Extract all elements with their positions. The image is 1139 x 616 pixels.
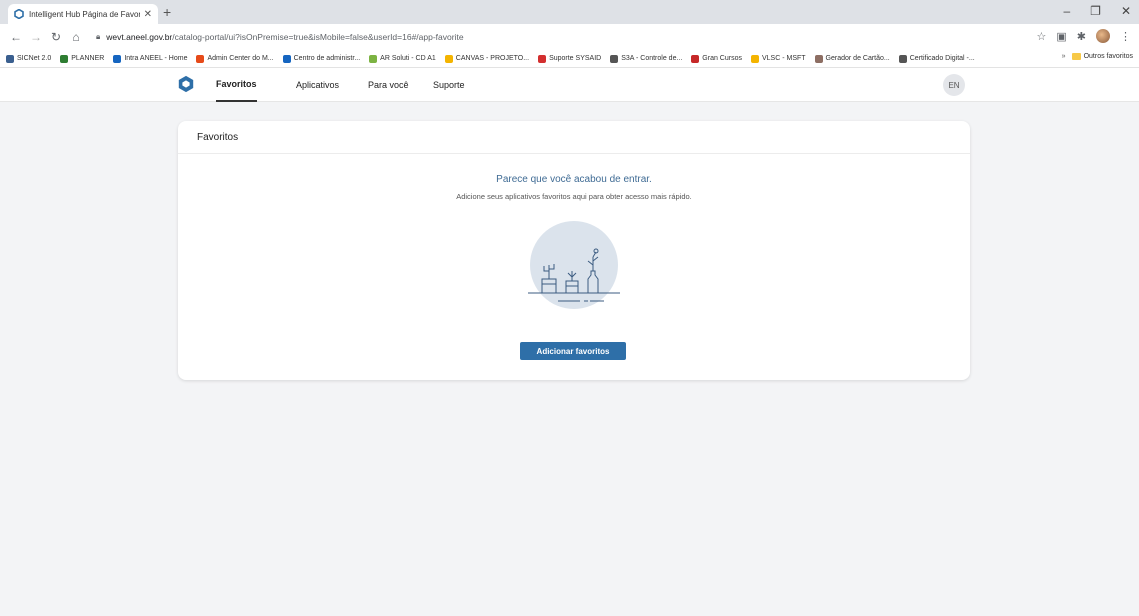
lock-icon: 🔒︎ xyxy=(96,32,101,41)
address-bar[interactable]: 🔒︎ wevt.aneel.gov.br /catalog-portal/ui?… xyxy=(96,32,464,42)
empty-state-description: Adicione seus aplicativos favoritos aqui… xyxy=(456,192,692,201)
favorites-card: Favoritos Parece que você acabou de entr… xyxy=(178,121,970,380)
app-header: Favoritos Aplicativos Para você Suporte … xyxy=(0,68,1139,102)
empty-state-title: Parece que você acabou de entrar. xyxy=(496,174,652,185)
bookmark-favicon-icon xyxy=(196,54,205,63)
url-path: /catalog-portal/ui?isOnPremise=true&isMo… xyxy=(172,32,464,42)
back-icon[interactable]: ← xyxy=(8,30,24,44)
bookmark-favicon-icon xyxy=(444,54,453,63)
bookmark-item[interactable]: AR Soluti - CD A1 xyxy=(369,54,436,63)
bookmark-favicon-icon xyxy=(369,54,378,63)
bookmark-label: VLSC - MSFT xyxy=(761,55,806,62)
hub-logo-icon[interactable] xyxy=(177,75,195,93)
bookmark-label: CANVAS - PROJETO... xyxy=(455,55,530,62)
browser-tabstrip: Intelligent Hub Página de Favorit ✕ + – … xyxy=(0,0,1139,24)
bookmark-label: Intra ANEEL - Home xyxy=(124,55,188,62)
bookmark-favicon-icon xyxy=(750,54,759,63)
bookmark-favicon-icon xyxy=(282,54,291,63)
bookmarks-right: » Outros favoritos xyxy=(1055,53,1133,60)
bookmark-label: Admin Center do M... xyxy=(207,55,274,62)
bookmark-item[interactable]: PLANNER xyxy=(60,54,105,63)
bookmark-item[interactable]: Gerador de Cartão... xyxy=(814,54,890,63)
folder-icon xyxy=(1071,53,1081,60)
bookmark-label: AR Soluti - CD A1 xyxy=(380,55,436,62)
bookmark-item[interactable]: Certificado Digital -... xyxy=(898,54,975,63)
more-bookmarks-icon[interactable]: » xyxy=(1062,53,1066,60)
bookmark-item[interactable]: Intra ANEEL - Home xyxy=(113,54,188,63)
bookmark-label: S3A - Controle de... xyxy=(621,55,683,62)
reload-icon[interactable]: ↻ xyxy=(48,30,64,44)
bookmark-favicon-icon xyxy=(60,54,69,63)
bookmark-label: Suporte SYSAID xyxy=(549,55,602,62)
bookmark-favicon-icon xyxy=(6,54,14,63)
bookmark-favicon-icon xyxy=(691,54,700,63)
bookmark-label: Gran Cursos xyxy=(702,55,742,62)
bookmark-item[interactable]: Centro de administr... xyxy=(282,54,361,63)
browser-tab[interactable]: Intelligent Hub Página de Favorit ✕ xyxy=(8,4,158,24)
bookmark-item[interactable]: CANVAS - PROJETO... xyxy=(444,54,530,63)
forward-icon[interactable]: → xyxy=(28,30,44,44)
bookmark-favicon-icon xyxy=(814,54,823,63)
other-favorites[interactable]: Outros favoritos xyxy=(1084,53,1133,60)
screenshot-icon[interactable]: ▣ xyxy=(1056,30,1066,43)
browser-toolbar: ← → ↻ ⌂ 🔒︎ wevt.aneel.gov.br /catalog-po… xyxy=(0,24,1139,50)
bookmark-label: PLANNER xyxy=(71,55,105,62)
tab-title: Intelligent Hub Página de Favorit xyxy=(29,9,140,19)
close-window-icon[interactable]: ✕ xyxy=(1121,4,1131,18)
bookmark-favicon-icon xyxy=(898,54,907,63)
menu-icon[interactable]: ⋮ xyxy=(1120,30,1131,43)
hub-favicon-icon xyxy=(14,9,24,19)
bookmark-label: Centro de administr... xyxy=(293,55,361,62)
bookmark-favicon-icon xyxy=(610,54,619,63)
plants-illustration xyxy=(528,221,620,309)
restore-icon[interactable]: ❐ xyxy=(1090,4,1101,18)
new-tab-icon[interactable]: + xyxy=(163,4,171,20)
bookmark-favicon-icon xyxy=(538,54,547,63)
nav-tab-suporte[interactable]: Suporte xyxy=(433,68,465,102)
home-icon[interactable]: ⌂ xyxy=(68,30,84,44)
nav-tab-favoritos[interactable]: Favoritos xyxy=(216,68,257,102)
bookmark-favicon-icon xyxy=(113,54,122,63)
add-favorites-button[interactable]: Adicionar favoritos xyxy=(520,342,626,360)
bookmark-item[interactable]: SICNet 2.0 xyxy=(6,54,52,63)
tab-close-icon[interactable]: ✕ xyxy=(144,9,152,20)
toolbar-right: ☆ ▣ ✱ ⋮ xyxy=(1037,29,1131,43)
url-domain: wevt.aneel.gov.br xyxy=(106,32,173,42)
bookmark-label: SICNet 2.0 xyxy=(17,55,52,62)
minimize-icon[interactable]: – xyxy=(1063,4,1070,18)
bookmark-label: Gerador de Cartão... xyxy=(825,55,890,62)
window-controls: – ❐ ✕ xyxy=(1063,4,1131,18)
profile-avatar[interactable] xyxy=(1096,29,1110,43)
bookmarks-bar: SICNet 2.0 PLANNER Intra ANEEL - Home Admin… xyxy=(0,50,1139,68)
card-title: Favoritos xyxy=(178,121,970,154)
user-avatar[interactable]: EN xyxy=(943,74,965,96)
bookmark-label: Certificado Digital -... xyxy=(909,55,975,62)
nav-tab-para-voce[interactable]: Para você xyxy=(368,68,409,102)
bookmark-item[interactable]: Gran Cursos xyxy=(691,54,742,63)
bookmark-item[interactable]: Suporte SYSAID xyxy=(538,54,602,63)
star-icon[interactable]: ☆ xyxy=(1037,30,1047,43)
bookmark-item[interactable]: S3A - Controle de... xyxy=(610,54,683,63)
bookmark-item[interactable]: VLSC - MSFT xyxy=(750,54,806,63)
bookmark-item[interactable]: Admin Center do M... xyxy=(196,54,274,63)
extensions-icon[interactable]: ✱ xyxy=(1077,30,1086,43)
nav-tab-aplicativos[interactable]: Aplicativos xyxy=(296,68,339,102)
